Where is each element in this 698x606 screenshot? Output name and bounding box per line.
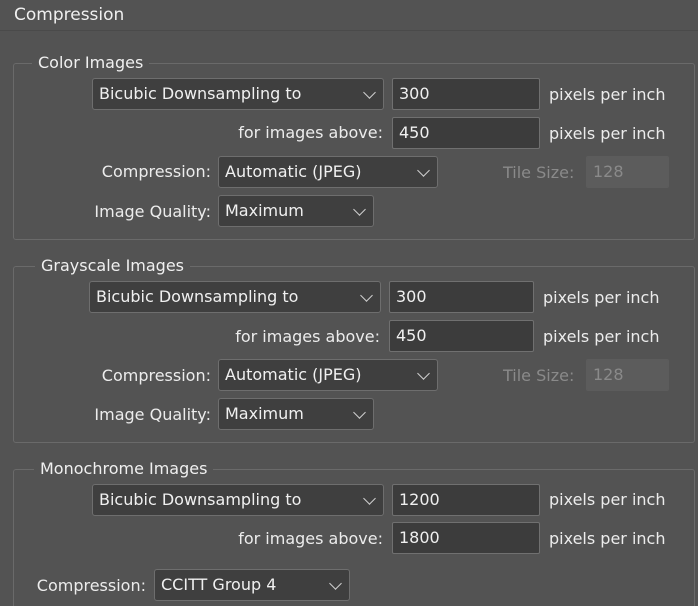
- color-quality-select[interactable]: Maximum: [218, 195, 374, 227]
- color-above-label: for images above:: [238, 123, 383, 142]
- monochrome-downsampling-value: Bicubic Downsampling to: [99, 490, 302, 509]
- chevron-down-icon: [353, 203, 366, 216]
- grayscale-tile-size-label: Tile Size:: [503, 366, 575, 385]
- chevron-down-icon: [329, 577, 342, 590]
- grayscale-compression-label: Compression:: [101, 366, 211, 385]
- grayscale-above-unit: pixels per inch: [543, 327, 660, 346]
- grayscale-above-label: for images above:: [235, 327, 380, 346]
- color-quality-value: Maximum: [225, 201, 304, 220]
- color-above-unit: pixels per inch: [549, 124, 666, 143]
- color-above-input[interactable]: 450: [392, 117, 540, 149]
- chevron-down-icon: [417, 367, 430, 380]
- color-tile-size-label: Tile Size:: [503, 163, 575, 182]
- grayscale-quality-select[interactable]: Maximum: [218, 398, 374, 430]
- grayscale-resolution-input[interactable]: 300: [389, 281, 534, 313]
- color-compression-label: Compression:: [101, 162, 211, 181]
- color-tile-size-input: 128: [586, 156, 669, 188]
- monochrome-above-label: for images above:: [238, 529, 383, 548]
- title-divider: [0, 30, 698, 31]
- chevron-down-icon: [363, 492, 376, 505]
- grayscale-downsampling-select[interactable]: Bicubic Downsampling to: [89, 281, 381, 313]
- chevron-down-icon: [417, 164, 430, 177]
- monochrome-above-input[interactable]: 1800: [392, 522, 540, 554]
- chevron-down-icon: [353, 406, 366, 419]
- monochrome-resolution-input[interactable]: 1200: [392, 484, 540, 516]
- grayscale-images-title: Grayscale Images: [35, 256, 191, 276]
- grayscale-quality-label: Image Quality:: [94, 405, 211, 424]
- grayscale-compression-select[interactable]: Automatic (JPEG): [218, 359, 438, 391]
- color-downsampling-value: Bicubic Downsampling to: [99, 84, 302, 103]
- grayscale-quality-value: Maximum: [225, 404, 304, 423]
- grayscale-downsampling-value: Bicubic Downsampling to: [96, 287, 299, 306]
- grayscale-resolution-unit: pixels per inch: [543, 288, 660, 307]
- monochrome-compression-select[interactable]: CCITT Group 4: [154, 569, 350, 601]
- monochrome-compression-label: Compression:: [36, 576, 146, 595]
- color-compression-select[interactable]: Automatic (JPEG): [218, 156, 438, 188]
- color-compression-value: Automatic (JPEG): [225, 162, 362, 181]
- color-resolution-unit: pixels per inch: [549, 85, 666, 104]
- monochrome-images-title: Monochrome Images: [34, 459, 214, 479]
- chevron-down-icon: [360, 289, 373, 302]
- monochrome-above-unit: pixels per inch: [549, 529, 666, 548]
- color-resolution-input[interactable]: 300: [392, 78, 540, 110]
- grayscale-compression-value: Automatic (JPEG): [225, 365, 362, 384]
- color-images-title: Color Images: [32, 53, 150, 73]
- grayscale-above-input[interactable]: 450: [389, 320, 534, 352]
- monochrome-resolution-unit: pixels per inch: [549, 490, 666, 509]
- color-downsampling-select[interactable]: Bicubic Downsampling to: [92, 78, 384, 110]
- grayscale-tile-size-input: 128: [586, 359, 669, 391]
- chevron-down-icon: [363, 86, 376, 99]
- monochrome-compression-value: CCITT Group 4: [161, 575, 277, 594]
- page-title: Compression: [14, 5, 125, 25]
- color-quality-label: Image Quality:: [94, 202, 211, 221]
- monochrome-downsampling-select[interactable]: Bicubic Downsampling to: [92, 484, 384, 516]
